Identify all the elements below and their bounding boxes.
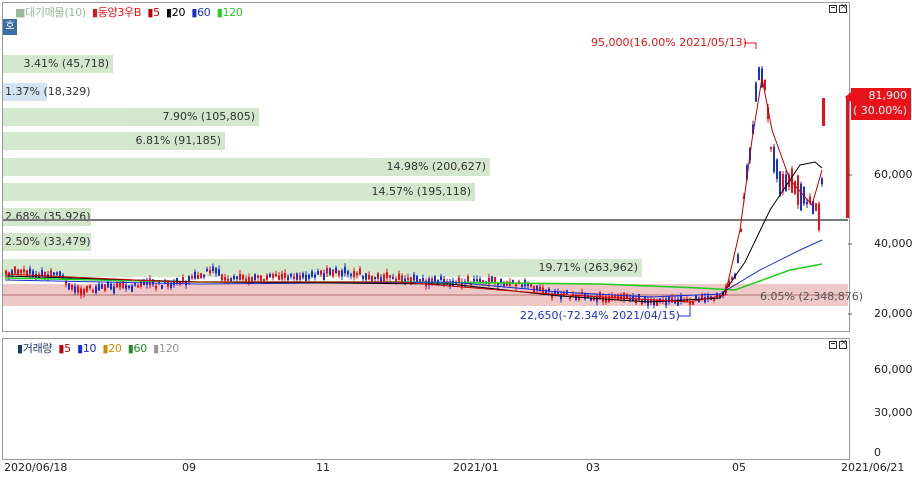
price-axis-label: 60,000 <box>874 168 912 181</box>
candlestick-series <box>5 66 849 310</box>
legend-vma10[interactable]: ▮10 <box>77 342 96 355</box>
date-axis-label: 11 <box>316 461 330 474</box>
volume-axis-label: 60,000 <box>874 363 912 376</box>
date-axis-label: 03 <box>586 461 600 474</box>
volume-axis-label: 0 <box>874 446 881 459</box>
legend-vma20[interactable]: ▮20 <box>102 342 121 355</box>
date-axis-label: 2020/06/18 <box>4 461 68 474</box>
legend-vma60[interactable]: ▮60 <box>128 342 147 355</box>
legend-volume[interactable]: ▮거래량 <box>17 342 53 355</box>
pane-close-icon[interactable] <box>839 338 848 349</box>
current-price-value: 81,900 <box>868 89 908 102</box>
volume-profile-bar: 6.05% (2,348,876) <box>760 290 864 303</box>
current-price-badge: 81,900 ( 30.00%) <box>845 88 911 120</box>
volume-chart-pane[interactable]: ▮거래량 ▮5 ▮10 ▮20 ▮60 ▮120 <box>2 338 850 460</box>
pane-maximize-icon[interactable] <box>829 341 837 349</box>
ma5-line <box>4 77 823 303</box>
price-axis-label: 40,000 <box>874 237 912 250</box>
low-price-annotation: 22,650(-72.34% 2021/04/15) <box>520 309 680 322</box>
price-axis-label: 20,000 <box>874 307 912 320</box>
date-axis-label: 2021/06/21 <box>841 461 905 474</box>
current-candle <box>846 98 849 218</box>
candle <box>822 98 825 126</box>
legend-vma120[interactable]: ▮120 <box>153 342 179 355</box>
current-price-change: ( 30.00%) <box>852 104 907 117</box>
high-price-annotation: 95,000(16.00% 2021/05/13) <box>591 36 747 49</box>
volume-legend: ▮거래량 ▮5 ▮10 ▮20 ▮60 ▮120 <box>17 340 182 356</box>
date-axis-label: 09 <box>182 461 196 474</box>
date-axis-label: 2021/01 <box>453 461 499 474</box>
date-axis-label: 05 <box>732 461 746 474</box>
legend-vma5[interactable]: ▮5 <box>58 342 71 355</box>
volume-axis-label: 30,000 <box>874 406 912 419</box>
